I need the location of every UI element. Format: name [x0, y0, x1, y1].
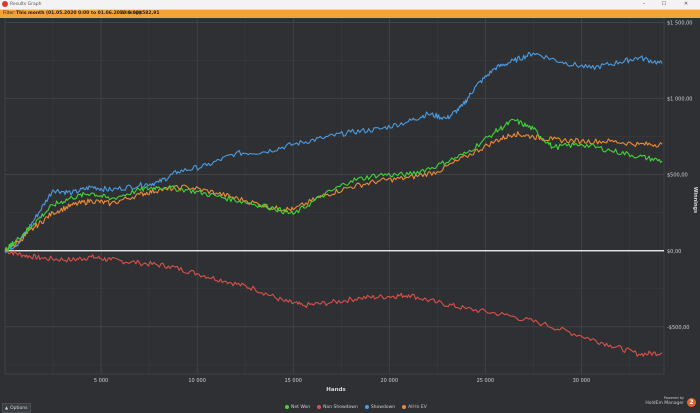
series-line-net-won: [4, 118, 663, 252]
brand-name: HoldEm Manager: [645, 401, 684, 406]
x-tick-label: 15 000: [284, 378, 302, 384]
y-tick-label: $1 000,00: [667, 97, 692, 103]
options-button[interactable]: ▲ Options: [2, 403, 32, 413]
legend-item-showdown: Showdown: [364, 404, 396, 411]
series-lines: [4, 51, 663, 357]
y-tick-label: $0,00: [667, 249, 681, 255]
legend-swatch: [317, 404, 322, 409]
brand-block: Powered by HoldEm Manager: [640, 396, 684, 407]
y-axis-ticks: -$500,00 $0,00 $500,00 $1 000,00 $1 500,00: [667, 21, 692, 331]
x-tick-label: 10 000: [188, 378, 206, 384]
options-label: Options: [10, 406, 28, 411]
legend-swatch: [402, 404, 407, 409]
winnings-value: $582,91: [139, 11, 160, 16]
legend-swatch: [285, 404, 289, 409]
chart-legend: Net Won Non Showdown Showdown All-In EV: [285, 404, 434, 411]
plot-frame: [4, 18, 665, 375]
x-axis-label: Hands: [326, 387, 346, 393]
legend-item-all-in-ev: All-In EV: [402, 404, 427, 411]
legend-label: Net Won: [291, 405, 311, 410]
y-tick-label: $500,00: [667, 173, 688, 179]
minimize-button[interactable]: –: [636, 0, 652, 9]
maximize-button[interactable]: ☐: [656, 0, 672, 9]
close-button[interactable]: ✕: [678, 0, 694, 9]
results-graph[interactable]: 5 000 10 000 15 000 20 000 25 000 30 000 -$50…: [0, 18, 700, 402]
x-tick-label: 30 000: [573, 378, 591, 384]
filter-bar[interactable]: Filter: This month (01.05.2020 0:00 to 0…: [0, 10, 700, 18]
legend-label: Non Showdown: [323, 405, 358, 410]
grid-lines: [4, 18, 665, 375]
x-tick-label: 20 000: [381, 378, 399, 384]
legend-label: All-In EV: [408, 405, 427, 410]
footer-bar: ▲ Options Net Won Non Showdown Showdown All-…: [0, 396, 700, 413]
chevron-up-icon: ▲: [5, 405, 9, 410]
series-line-non-showdown: [4, 250, 663, 357]
filter-prefix: Filter:: [3, 11, 16, 16]
window-title: Results Graph: [10, 2, 42, 7]
y-tick-label: $1 500,00: [667, 21, 692, 27]
legend-item-net-won: Net Won: [285, 404, 310, 411]
legend-swatch: [364, 404, 369, 409]
legend-item-non-showdown: Non Showdown: [317, 404, 358, 411]
x-tick-label: 5 000: [94, 378, 108, 384]
y-axis-label: Winnings: [692, 187, 698, 213]
y-tick-label: -$500,00: [667, 325, 689, 331]
series-line-showdown: [4, 51, 663, 254]
window-titlebar: Results Graph – ☐ ✕: [0, 0, 700, 10]
app-logo-icon: [2, 1, 8, 7]
legend-label: Showdown: [370, 405, 396, 410]
hm2-logo-icon: 2: [687, 398, 696, 407]
x-axis-ticks: 5 000 10 000 15 000 20 000 25 000 30 000: [94, 378, 590, 384]
x-tick-label: 25 000: [477, 378, 495, 384]
